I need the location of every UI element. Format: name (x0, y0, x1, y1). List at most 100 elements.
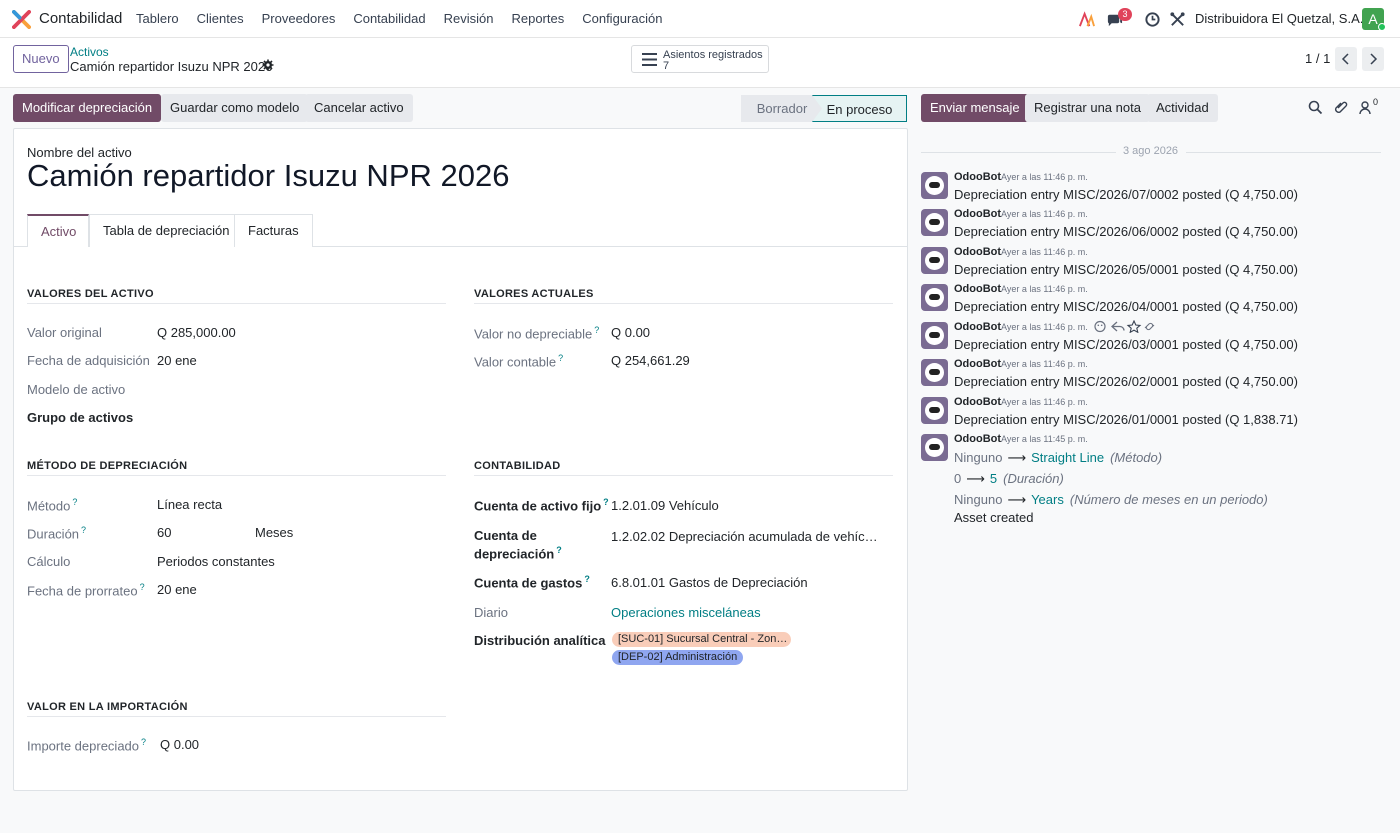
message-author[interactable]: OdooBot (954, 433, 1001, 445)
odoobot-avatar[interactable] (921, 247, 948, 274)
message-author[interactable]: OdooBot (954, 246, 1001, 258)
help-icon[interactable]: ? (141, 737, 146, 747)
asset-model-label: Modelo de activo (27, 382, 126, 397)
log-note-button[interactable]: Registrar una nota (1025, 94, 1150, 122)
duration-unit-field[interactable]: Meses (255, 525, 293, 540)
message-author[interactable]: OdooBot (954, 208, 1001, 220)
clock-icon[interactable] (1144, 11, 1161, 28)
menu-contabilidad[interactable]: Contabilidad (344, 0, 434, 38)
menu-revision[interactable]: Revisión (435, 0, 503, 38)
message-body: Depreciation entry MISC/2026/05/0001 pos… (954, 262, 1298, 277)
salvage-value-field[interactable]: Q 0.00 (611, 325, 650, 340)
save-as-model-button[interactable]: Guardar como modelo (161, 94, 309, 122)
help-icon[interactable]: ? (558, 353, 563, 363)
chatter-message: OdooBot Ayer a las 11:46 p. m. Depreciat… (921, 283, 1391, 319)
duration-label: Duración? (27, 525, 86, 541)
odoobot-avatar[interactable] (921, 434, 948, 461)
tab-depreciation-board[interactable]: Tabla de depreciación (89, 214, 244, 247)
status-draft[interactable]: Borrador (741, 95, 823, 122)
odoobot-avatar[interactable] (921, 359, 948, 386)
odoobot-avatar[interactable] (921, 172, 948, 199)
pager-next-button[interactable] (1362, 47, 1384, 71)
menu-proveedores[interactable]: Proveedores (253, 0, 345, 38)
reply-icon[interactable] (1111, 321, 1125, 332)
breadcrumb-current: Camión repartidor Isuzu NPR 2026 (70, 59, 273, 74)
chatter-message: OdooBot Ayer a las 11:46 p. m. Depreciat… (921, 396, 1391, 432)
analytic-tag[interactable]: [DEP-02] Administración (612, 650, 744, 665)
accounting-app-icon[interactable] (12, 10, 31, 29)
method-field[interactable]: Línea recta (157, 497, 222, 512)
followers-icon[interactable] (1358, 100, 1373, 115)
message-author[interactable]: OdooBot (954, 171, 1001, 183)
menu-configuracion[interactable]: Configuración (573, 0, 671, 38)
original-value-field[interactable]: Q 285,000.00 (157, 325, 236, 340)
tab-invoices[interactable]: Facturas (234, 214, 313, 247)
section-divider (27, 475, 446, 476)
help-icon[interactable]: ? (556, 545, 562, 555)
activity-button[interactable]: Actividad (1147, 94, 1218, 122)
help-icon[interactable]: ? (81, 525, 86, 535)
tools-icon[interactable] (1169, 11, 1186, 28)
chevron-right-icon (1370, 53, 1378, 65)
help-icon[interactable]: ? (72, 497, 77, 507)
duration-field[interactable]: 60 (157, 525, 171, 540)
odoobot-avatar[interactable] (921, 322, 948, 349)
menu-reportes[interactable]: Reportes (502, 0, 573, 38)
odoobot-avatar[interactable] (921, 397, 948, 424)
help-icon[interactable]: ? (140, 582, 145, 592)
message-author[interactable]: OdooBot (954, 283, 1001, 295)
send-message-button[interactable]: Enviar mensaje (921, 94, 1029, 122)
help-icon[interactable]: ? (603, 497, 609, 507)
message-author[interactable]: OdooBot (954, 396, 1001, 408)
help-icon[interactable]: ? (594, 325, 599, 335)
pager-previous-button[interactable] (1335, 47, 1357, 71)
cancel-asset-button[interactable]: Cancelar activo (305, 94, 413, 122)
menu-clientes[interactable]: Clientes (188, 0, 253, 38)
book-value-label: Valor contable? (474, 353, 563, 369)
pager-value[interactable]: 1 / 1 (1305, 51, 1330, 66)
tracking-old-value: Ninguno (954, 450, 1003, 465)
section-depreciation-method: MÉTODO DE DEPRECIACIÓN (27, 460, 188, 472)
depreciation-account-field[interactable]: 1.2.02.02 Depreciación acumulada de vehí… (611, 529, 878, 544)
computation-field[interactable]: Periodos constantes (157, 554, 275, 569)
asset-name-field[interactable]: Camión repartidor Isuzu NPR 2026 (27, 158, 509, 194)
new-button[interactable]: Nuevo (13, 45, 69, 73)
modify-depreciation-button[interactable]: Modificar depreciación (13, 94, 162, 122)
depreciated-amount-field[interactable]: Q 0.00 (160, 737, 199, 752)
odoobot-avatar[interactable] (921, 284, 948, 311)
main-menu: Tablero Clientes Proveedores Contabilida… (127, 0, 671, 38)
menu-tablero[interactable]: Tablero (127, 0, 188, 38)
journal-field[interactable]: Operaciones misceláneas (611, 605, 761, 620)
message-author[interactable]: OdooBot (954, 358, 1001, 370)
tab-activo[interactable]: Activo (27, 214, 89, 247)
help-icon[interactable]: ? (584, 574, 590, 584)
asset-group-label: Grupo de activos (27, 410, 134, 425)
expense-account-field[interactable]: 6.8.01.01 Gastos de Depreciación (611, 575, 808, 590)
posted-entries-button[interactable]: Asientos registrados 7 (631, 45, 769, 73)
fixed-asset-account-label: Cuenta de activo fijo? (474, 497, 609, 513)
date-separator: 3 ago 2026 (921, 145, 1381, 159)
tracking-old-value: 0 (954, 471, 962, 486)
status-running[interactable]: En proceso (812, 95, 907, 122)
app-name[interactable]: Contabilidad (39, 10, 122, 27)
gear-icon[interactable] (262, 59, 274, 71)
company-switcher[interactable]: Distribuidora El Quetzal, S.A. (1195, 11, 1363, 26)
message-time: Ayer a las 11:46 p. m. (1001, 322, 1088, 332)
odoobot-avatar[interactable] (921, 209, 948, 236)
message-time: Ayer a las 11:46 p. m. (1001, 397, 1088, 407)
depreciation-account-label-1: Cuenta de (474, 528, 537, 543)
message-author[interactable]: OdooBot (954, 321, 1001, 333)
search-icon[interactable] (1308, 100, 1323, 115)
chatter-message: OdooBot Ayer a las 11:46 p. m. Depreciat… (921, 246, 1391, 282)
analytic-tag[interactable]: [SUC-01] Sucursal Central - Zon… (612, 632, 791, 647)
star-icon[interactable] (1126, 320, 1142, 333)
ai-icon[interactable] (1078, 11, 1095, 28)
acquisition-date-field[interactable]: 20 ene (157, 353, 197, 368)
paperclip-icon[interactable] (1334, 100, 1349, 115)
fixed-asset-account-field[interactable]: 1.2.01.09 Vehículo (611, 498, 719, 513)
breadcrumb-parent[interactable]: Activos (70, 45, 109, 59)
arrow-right-icon: ⟶ (1007, 492, 1027, 507)
prorata-date-field[interactable]: 20 ene (157, 582, 197, 597)
add-reaction-icon[interactable] (1094, 320, 1106, 333)
link-icon[interactable] (1144, 322, 1155, 331)
